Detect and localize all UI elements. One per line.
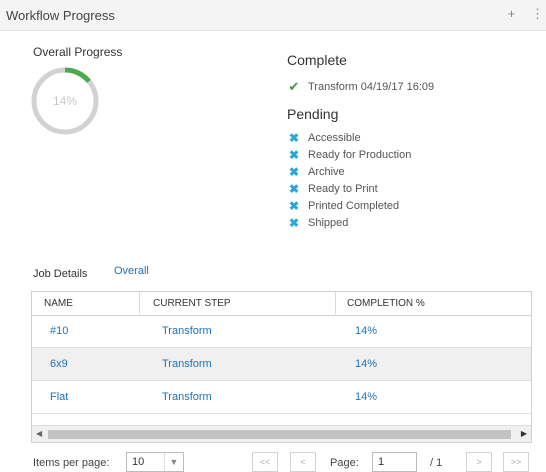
pending-item: ✖ Archive — [287, 165, 345, 179]
overall-progress-label: Overall Progress — [33, 45, 123, 59]
column-header-completion[interactable]: COMPLETION % — [347, 298, 425, 309]
complete-item: ✔ Transform 04/19/17 16:09 — [287, 79, 435, 95]
pending-item-label: Archive — [308, 166, 345, 178]
tab-overall[interactable]: Overall — [114, 265, 149, 277]
pending-item: ✖ Ready for Production — [287, 148, 411, 162]
cross-icon: ✖ — [288, 199, 300, 213]
job-name-link[interactable]: Flat — [50, 391, 68, 403]
table-header: NAME CURRENT STEP COMPLETION % — [32, 292, 531, 316]
table-row[interactable]: Flat Transform 14% — [32, 381, 531, 414]
chevron-down-icon[interactable]: ▼ — [164, 453, 183, 471]
pending-item: ✖ Ready to Print — [287, 182, 378, 196]
cross-icon: ✖ — [288, 182, 300, 196]
scrollbar-thumb[interactable] — [48, 430, 511, 439]
check-icon: ✔ — [288, 79, 300, 94]
job-completion-link[interactable]: 14% — [355, 391, 377, 403]
widget-header: Workflow Progress + ⋮ — [0, 0, 546, 31]
pending-item: ✖ Shipped — [287, 216, 348, 230]
horizontal-scrollbar[interactable]: ◀ ▶ — [32, 425, 531, 442]
job-name-link[interactable]: 6x9 — [50, 358, 68, 370]
next-page-button[interactable]: > — [466, 452, 492, 472]
cross-icon: ✖ — [288, 131, 300, 145]
pending-item-label: Accessible — [308, 132, 361, 144]
add-icon[interactable]: + — [508, 6, 516, 21]
pending-item-label: Shipped — [308, 217, 349, 229]
pending-item-label: Ready for Production — [308, 149, 412, 161]
scroll-left-arrow-icon[interactable]: ◀ — [36, 429, 42, 438]
job-name-link[interactable]: #10 — [50, 325, 68, 337]
pending-item: ✖ Printed Completed — [287, 199, 399, 213]
page-number-input[interactable]: 1 — [372, 452, 417, 472]
pending-item: ✖ Accessible — [287, 131, 361, 145]
header-actions: + ⋮ — [496, 6, 544, 22]
last-page-button[interactable]: >> — [503, 452, 529, 472]
column-divider — [335, 292, 336, 314]
cross-icon: ✖ — [288, 216, 300, 230]
more-icon[interactable]: ⋮ — [531, 6, 544, 21]
job-details-label: Job Details — [33, 268, 88, 280]
page-total: / 1 — [430, 457, 443, 469]
complete-heading: Complete — [287, 52, 347, 68]
job-details-table: NAME CURRENT STEP COMPLETION % #10 Trans… — [31, 291, 532, 443]
pending-item-label: Printed Completed — [308, 200, 400, 212]
column-header-name[interactable]: NAME — [44, 298, 73, 309]
scroll-right-arrow-icon[interactable]: ▶ — [521, 429, 527, 438]
job-step-link[interactable]: Transform — [162, 325, 212, 337]
widget-title: Workflow Progress — [6, 8, 115, 23]
prev-page-button[interactable]: < — [290, 452, 316, 472]
table-row[interactable]: 6x9 Transform 14% — [32, 348, 531, 381]
items-per-page-select[interactable]: 10 ▼ — [126, 452, 184, 472]
cross-icon: ✖ — [288, 148, 300, 162]
first-page-button[interactable]: << — [252, 452, 278, 472]
pending-item-label: Ready to Print — [308, 183, 378, 195]
column-divider — [139, 292, 140, 314]
job-step-link[interactable]: Transform — [162, 358, 212, 370]
items-per-page-value: 10 — [132, 456, 145, 468]
cross-icon: ✖ — [288, 165, 300, 179]
complete-item-label: Transform 04/19/17 16:09 — [308, 81, 435, 93]
column-header-current-step[interactable]: CURRENT STEP — [153, 298, 231, 309]
table-row[interactable]: #10 Transform 14% — [32, 315, 531, 348]
job-completion-link[interactable]: 14% — [355, 325, 377, 337]
job-step-link[interactable]: Transform — [162, 391, 212, 403]
job-completion-link[interactable]: 14% — [355, 358, 377, 370]
items-per-page-label: Items per page: — [33, 457, 110, 469]
page-label: Page: — [330, 457, 359, 469]
overall-percent: 14% — [52, 94, 78, 108]
pending-heading: Pending — [287, 106, 339, 122]
